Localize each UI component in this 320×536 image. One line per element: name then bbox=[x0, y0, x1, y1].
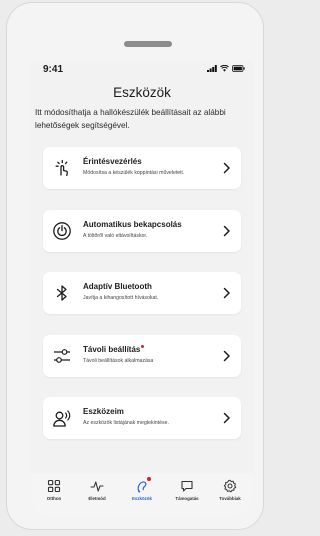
card-touch-control[interactable]: Érintésvezérlés Módosítsa a készülék kop… bbox=[43, 147, 241, 189]
gear-icon bbox=[223, 479, 237, 493]
wifi-icon bbox=[220, 65, 229, 72]
signal-icon bbox=[207, 65, 217, 72]
card-subtitle: Módosítsa a készülék koppintási művelete… bbox=[83, 170, 185, 176]
card-adaptive-bluetooth[interactable]: Adaptív Bluetooth Javítja a kihangosítot… bbox=[43, 272, 241, 314]
speaker-bar bbox=[124, 41, 172, 47]
status-time: 9:41 bbox=[43, 64, 64, 75]
card-title: Automatikus bekapcsolás bbox=[83, 220, 182, 229]
status-bar: 9:41 bbox=[31, 61, 253, 79]
activity-icon bbox=[90, 481, 104, 492]
tab-label: Támogatás bbox=[175, 496, 199, 501]
hearing-aid-icon bbox=[137, 481, 147, 493]
card-title: Érintésvezérlés bbox=[83, 157, 142, 166]
page-description: Itt módosíthatja a hallókészülék beállít… bbox=[35, 108, 226, 130]
screen: 9:41 Eszközök Itt módosíthatja a hallóké… bbox=[31, 61, 253, 517]
card-auto-power-on[interactable]: Automatikus bekapcsolás A töltőről való … bbox=[43, 210, 241, 252]
chevron-right-icon bbox=[223, 287, 230, 299]
tab-label: Továbbiak bbox=[219, 496, 241, 501]
chevron-right-icon bbox=[223, 350, 230, 362]
phone-frame: 9:41 Eszközök Itt módosíthatja a hallóké… bbox=[6, 2, 264, 530]
status-icons bbox=[207, 65, 245, 72]
tab-label: Eszközök bbox=[131, 496, 152, 501]
card-subtitle: Távoli beállítások alkalmazása bbox=[83, 358, 154, 364]
chevron-right-icon bbox=[223, 162, 230, 174]
card-title: Távoli beállítás bbox=[83, 345, 145, 354]
power-icon bbox=[53, 222, 71, 240]
grid-icon bbox=[47, 479, 61, 493]
chevron-right-icon bbox=[223, 225, 230, 237]
tab-lifestyle[interactable]: Életmód bbox=[77, 479, 117, 501]
touch-icon bbox=[55, 159, 68, 177]
tab-label: Életmód bbox=[88, 496, 106, 501]
card-title: Eszközeim bbox=[83, 407, 124, 416]
tab-support[interactable]: Támogatás bbox=[167, 479, 207, 501]
tab-home[interactable]: Otthon bbox=[34, 479, 74, 501]
hearing-aid-icon-wrap bbox=[135, 477, 151, 493]
card-subtitle: Javítja a kihangosított hívásokat. bbox=[83, 295, 159, 301]
card-my-devices[interactable]: Eszközeim Az eszközök listájának megteki… bbox=[43, 397, 241, 439]
notification-dot bbox=[141, 345, 145, 348]
notification-dot bbox=[147, 477, 151, 481]
tab-more[interactable]: Továbbiak bbox=[210, 479, 250, 501]
card-subtitle: Az eszközök listájának megtekintése. bbox=[83, 420, 169, 426]
bluetooth-icon bbox=[56, 285, 67, 301]
tab-label: Otthon bbox=[46, 496, 62, 501]
chat-icon bbox=[181, 480, 193, 492]
sliders-icon bbox=[54, 349, 70, 363]
card-subtitle: A töltőről való eltávolításkor. bbox=[83, 233, 148, 239]
chevron-right-icon bbox=[223, 412, 230, 424]
page-title: Eszközök bbox=[113, 85, 171, 100]
card-title: Adaptív Bluetooth bbox=[83, 282, 152, 291]
person-sound-icon bbox=[53, 410, 71, 427]
card-remote-settings[interactable]: Távoli beállítás Távoli beállítások alka… bbox=[43, 335, 241, 377]
tab-devices[interactable]: Eszközök bbox=[122, 477, 162, 501]
bottom-tab-bar: Otthon Életmód Eszközök Támogatás Tovább… bbox=[31, 473, 253, 517]
battery-icon bbox=[232, 65, 245, 72]
